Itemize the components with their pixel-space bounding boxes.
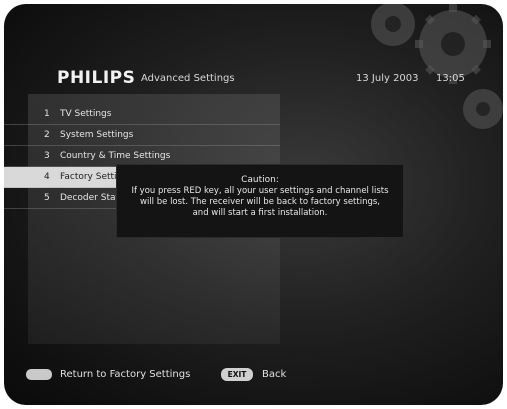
menu-item-number: 5 [44,193,50,203]
exit-key-button[interactable]: EXIT [221,368,253,381]
menu-item-number: 1 [44,109,50,119]
menu-item-tv-settings[interactable]: 1 TV Settings [4,104,280,125]
menu-item-label: System Settings [60,130,134,140]
menu-item-system-settings[interactable]: 2 System Settings [4,125,280,146]
date-display: 13 July 2003 [356,73,419,84]
menu-item-number: 3 [44,151,50,161]
menu-item-label: Country & Time Settings [60,151,171,161]
red-key-icon[interactable] [26,369,52,380]
footer-bar: Return to Factory Settings EXIT Back [4,366,503,386]
brand-logo: PHILIPS [57,68,136,88]
caution-message-line: and will start a first installation. [192,208,328,218]
menu-item-number: 4 [44,172,50,182]
caution-message-line: If you press RED key, all your user sett… [131,186,389,196]
menu-item-label: TV Settings [60,109,112,119]
red-key-action-label: Return to Factory Settings [60,369,191,380]
exit-action-label: Back [262,369,287,380]
caution-dialog: Caution: If you press RED key, all your … [116,164,404,238]
page-title: Advanced Settings [141,73,235,84]
caution-message-line: will be lost. The receiver will be back … [140,197,380,207]
tv-screen: PHILIPS Advanced Settings 13 July 2003 1… [4,4,503,405]
time-display: 13:05 [436,73,465,84]
caution-title: Caution: [241,175,279,185]
header-bar: PHILIPS Advanced Settings 13 July 2003 1… [4,64,503,94]
menu-item-number: 2 [44,130,50,140]
